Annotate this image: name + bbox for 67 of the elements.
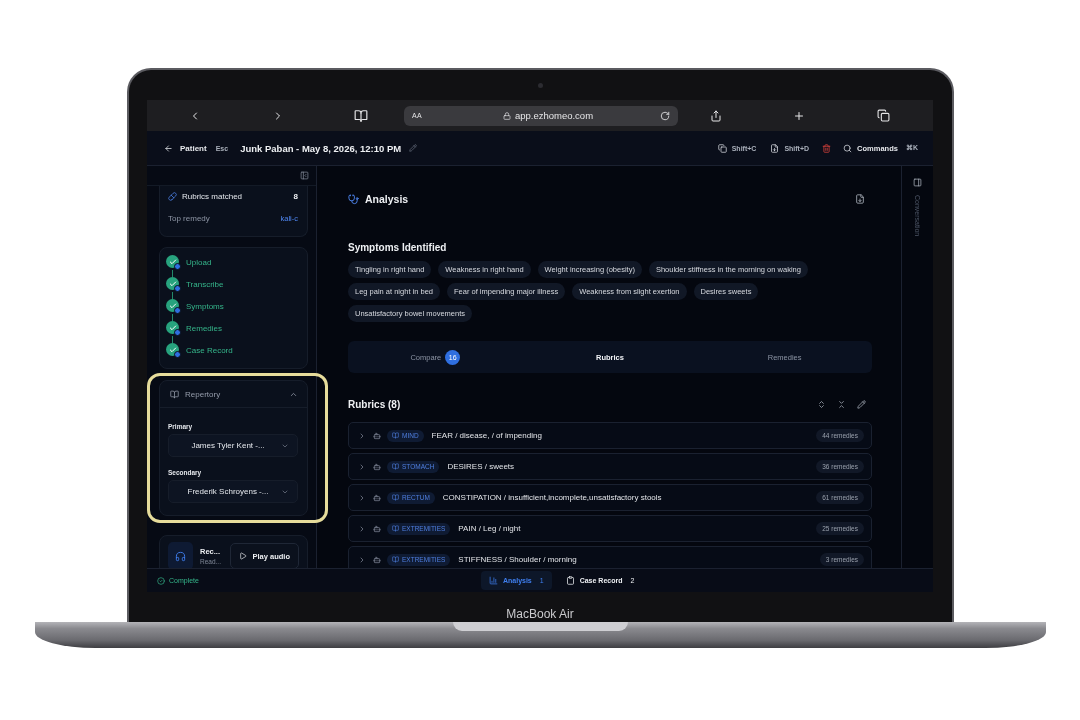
chevron-right-icon[interactable] bbox=[358, 493, 366, 502]
pill-icon bbox=[168, 191, 177, 201]
step-label[interactable]: Upload bbox=[186, 255, 299, 277]
file-download-icon[interactable] bbox=[770, 143, 780, 153]
bar-chart-icon bbox=[488, 576, 498, 585]
chevron-right-icon[interactable] bbox=[358, 555, 366, 564]
book-icon bbox=[392, 494, 399, 501]
clipboard-icon bbox=[565, 576, 575, 585]
chevron-right-icon[interactable] bbox=[358, 524, 366, 533]
url-text: app.ezhomeo.com bbox=[514, 110, 594, 121]
rubric-text: FEAR / disease, / of impending bbox=[431, 431, 542, 440]
rubric-text: CONSTIPATION / insufficient,incomplete,unsatisfactory stools bbox=[442, 493, 662, 502]
robot-icon bbox=[373, 524, 381, 533]
step-connector-line bbox=[172, 336, 173, 343]
reload-icon[interactable] bbox=[660, 110, 670, 121]
panel-icon[interactable] bbox=[913, 178, 922, 187]
file-download-icon[interactable] bbox=[855, 194, 865, 204]
session-title: Junk Paban - May 8, 2026, 12:10 PM bbox=[240, 142, 402, 154]
search-icon bbox=[843, 143, 853, 153]
section-title: Rubrics (8) bbox=[348, 399, 401, 410]
trash-icon[interactable] bbox=[822, 143, 832, 153]
tabs-icon[interactable] bbox=[877, 109, 890, 122]
rubric-text: STIFFNESS / Shoulder / morning bbox=[458, 555, 577, 564]
book-icon bbox=[392, 432, 399, 439]
book-icon bbox=[392, 525, 399, 532]
panel-collapse-icon[interactable] bbox=[300, 171, 309, 180]
book-icon[interactable] bbox=[354, 108, 368, 123]
step-label[interactable]: Case Record bbox=[186, 343, 299, 358]
chevron-right-icon[interactable] bbox=[358, 462, 366, 471]
repertory-select[interactable]: Frederik Schroyens -... bbox=[168, 480, 298, 503]
collapse-all-icon[interactable] bbox=[837, 400, 846, 409]
plus-icon[interactable] bbox=[793, 109, 805, 122]
robot-icon bbox=[373, 431, 381, 440]
section-title: Symptoms Identified bbox=[348, 242, 448, 253]
device-label: MacBook Air bbox=[506, 607, 574, 621]
repertory-select[interactable]: James Tyler Kent -... bbox=[168, 434, 298, 457]
lock-icon bbox=[502, 111, 511, 120]
repertory-toggle[interactable]: Repertory bbox=[160, 381, 307, 408]
rubric-text: PAIN / Leg / night bbox=[458, 524, 521, 533]
arrow-left-icon bbox=[164, 143, 173, 153]
step-label[interactable]: Transcribe bbox=[186, 277, 299, 299]
share-icon[interactable] bbox=[710, 109, 722, 122]
rubric-text: DESIRES / sweets bbox=[447, 462, 515, 471]
summary-label: Top remedy bbox=[168, 213, 210, 223]
step-label[interactable]: Symptoms bbox=[186, 299, 299, 321]
book-icon bbox=[392, 463, 399, 470]
step-connector-line bbox=[172, 314, 173, 321]
chevron-right-icon[interactable] bbox=[358, 431, 366, 440]
step-label[interactable]: Remedies bbox=[186, 321, 299, 343]
camera-icon bbox=[537, 82, 543, 88]
step-connector-line bbox=[172, 292, 173, 299]
robot-icon bbox=[373, 555, 381, 564]
play-icon bbox=[239, 552, 248, 560]
step-connector-line bbox=[172, 270, 173, 277]
check-circle-icon bbox=[157, 576, 165, 585]
book-icon bbox=[392, 556, 399, 563]
stethoscope-icon bbox=[348, 193, 359, 205]
analysis-title: Analysis bbox=[365, 193, 409, 205]
back-button[interactable]: Patient bbox=[164, 143, 207, 153]
book-icon bbox=[170, 389, 179, 399]
summary-value: 8 bbox=[293, 191, 298, 201]
pencil-icon[interactable] bbox=[857, 400, 866, 409]
copy-icon[interactable] bbox=[717, 143, 727, 153]
robot-icon bbox=[373, 462, 381, 471]
expand-all-icon[interactable] bbox=[817, 400, 826, 409]
robot-icon bbox=[373, 493, 381, 502]
summary-label: Rubrics matched bbox=[182, 191, 243, 201]
